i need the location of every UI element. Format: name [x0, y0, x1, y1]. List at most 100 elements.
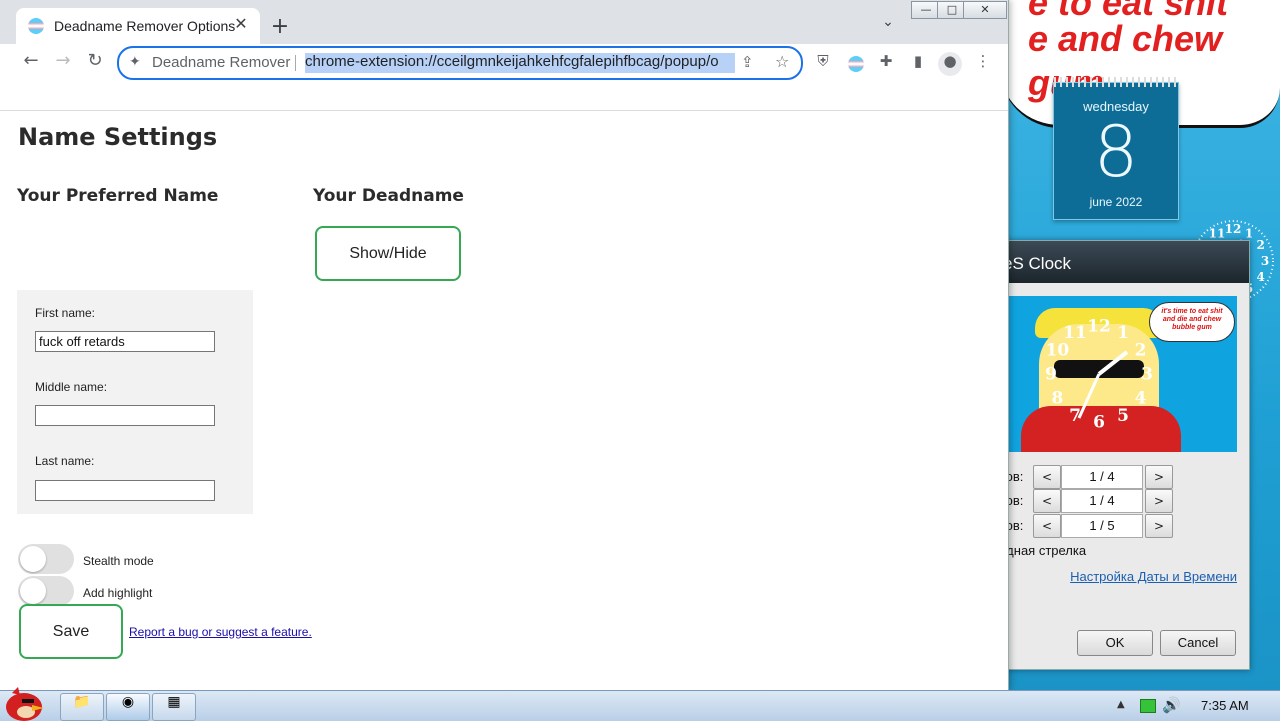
- clock-numeral: 5: [1117, 406, 1129, 426]
- options-page: Name Settings Your Preferred Name Your D…: [0, 111, 1006, 688]
- reload-icon[interactable]: ↻: [81, 50, 109, 78]
- add-highlight-label: Add highlight: [83, 586, 153, 600]
- clock-numeral: 3: [1141, 365, 1153, 385]
- save-button[interactable]: Save: [19, 604, 123, 659]
- clock-numeral: 3: [1261, 254, 1269, 268]
- back-arrow-icon[interactable]: ←: [17, 50, 45, 78]
- clock-numeral: 2: [1135, 341, 1147, 361]
- second-hand-label: ндная стрелка: [999, 543, 1087, 558]
- clock-numeral: 4: [1257, 270, 1265, 284]
- name-fields-panel: First name: fuck off retards Middle name…: [17, 290, 253, 514]
- share-icon[interactable]: ⇪: [741, 53, 754, 71]
- tray-expand-icon[interactable]: ▲: [1117, 699, 1125, 710]
- report-bug-link[interactable]: Report a bug or suggest a feature.: [129, 625, 312, 639]
- omnibox-site-name: Deadname Remover: [152, 54, 291, 71]
- calendar-month: june 2022: [1089, 195, 1143, 209]
- middle-name-input[interactable]: [35, 405, 215, 426]
- taskbar: 📁 ◉ ▦ ▲ 🔊 7:35 AM: [0, 687, 1280, 721]
- clock-numeral: 10: [1046, 341, 1070, 361]
- datetime-settings-link[interactable]: Настройка Даты и Времени: [1070, 569, 1237, 584]
- cancel-button[interactable]: Cancel: [1160, 630, 1236, 656]
- forward-arrow-icon[interactable]: →: [49, 50, 77, 78]
- stealth-mode-label: Stealth mode: [83, 554, 154, 568]
- last-name-label: Last name:: [35, 454, 95, 468]
- toggle-knob: [20, 546, 46, 572]
- omnibox-divider: [295, 55, 296, 71]
- tab-title: Deadname Remover Options: [54, 18, 236, 34]
- browser-toolbar: ← → ↻ ✦ Deadname Remover chrome-extensio…: [0, 44, 1008, 111]
- middle-name-label: Middle name:: [35, 380, 108, 394]
- preferred-name-heading: Your Preferred Name: [17, 186, 219, 206]
- spin-prev-button[interactable]: <: [1033, 489, 1061, 513]
- dialog-title-bar[interactable]: eS Clock: [991, 241, 1249, 283]
- first-name-input[interactable]: fuck off retards: [35, 331, 215, 352]
- omnibox-url[interactable]: chrome-extension://cceilgmnkeijahkehfcgf…: [305, 53, 735, 73]
- battery-icon[interactable]: [1140, 699, 1156, 713]
- clock-numeral: 1: [1117, 323, 1129, 343]
- add-highlight-toggle[interactable]: [18, 576, 74, 606]
- preview-hour-hand: [1097, 350, 1129, 376]
- tab-search-chevron-icon[interactable]: ⌄: [876, 14, 900, 38]
- spin-next-button[interactable]: >: [1145, 489, 1173, 513]
- preview-minute-hand: [1077, 373, 1101, 419]
- calendar-rings: [1054, 77, 1178, 87]
- clock-numeral: 1: [1245, 226, 1253, 240]
- spin-next-button[interactable]: >: [1145, 514, 1173, 538]
- ok-button[interactable]: OK: [1077, 630, 1153, 656]
- spin-row-2: сов: < 1 / 4 >: [999, 489, 1239, 513]
- new-tab-button[interactable]: +: [268, 14, 292, 39]
- kebab-menu-icon[interactable]: ⋮: [971, 52, 995, 76]
- spin-row-1: сов: < 1 / 4 >: [999, 465, 1239, 489]
- calendar-gadget[interactable]: wednesday 8 june 2022: [1053, 77, 1179, 220]
- preview-clock-overlay: 12 1234567891011: [1045, 317, 1153, 433]
- ublock-shield-icon[interactable]: ⛨: [811, 52, 835, 76]
- spin-value[interactable]: 1 / 4: [1061, 489, 1143, 513]
- clock-numeral: 8: [1052, 389, 1064, 409]
- toggle-knob: [20, 578, 46, 604]
- show-hide-button[interactable]: Show/Hide: [315, 226, 461, 281]
- spin-value[interactable]: 1 / 4: [1061, 465, 1143, 489]
- clock-numeral: 2: [1257, 238, 1265, 252]
- page-title: Name Settings: [18, 123, 218, 151]
- extensions-puzzle-icon[interactable]: ✚: [874, 52, 898, 76]
- speaker-icon[interactable]: 🔊: [1162, 696, 1181, 714]
- deadname-remover-extension-icon[interactable]: [848, 56, 864, 72]
- clock-skin-preview: it's time to eat shit and die and chew b…: [1009, 296, 1237, 452]
- first-name-label: First name:: [35, 306, 96, 320]
- control-panel-taskbar-icon[interactable]: ▦: [152, 693, 196, 721]
- tab-strip: Deadname Remover Options ✕ + ⌄ — □ ✕: [0, 0, 1008, 44]
- explorer-taskbar-icon[interactable]: 📁: [60, 693, 104, 721]
- clock-numeral: 12: [1087, 317, 1111, 337]
- side-panel-icon[interactable]: ▮: [906, 52, 930, 76]
- spin-prev-button[interactable]: <: [1033, 465, 1061, 489]
- stealth-mode-toggle[interactable]: [18, 544, 74, 574]
- spin-row-3: сов: < 1 / 5 >: [999, 514, 1239, 538]
- start-angry-bird-icon[interactable]: [2, 685, 48, 721]
- extension-puzzle-icon: ✦: [129, 54, 141, 70]
- dialog-title: eS Clock: [1003, 254, 1072, 273]
- window-close-button[interactable]: ✕: [963, 1, 1007, 19]
- clock-numeral: 12: [1225, 222, 1242, 236]
- clock-settings-dialog: eS Clock it's time to eat shit and die a…: [990, 240, 1250, 670]
- spin-prev-button[interactable]: <: [1033, 514, 1061, 538]
- tab-deadname-remover-options[interactable]: Deadname Remover Options ✕: [16, 8, 260, 44]
- deadname-heading: Your Deadname: [313, 186, 464, 206]
- calendar-day: 8: [1093, 111, 1139, 193]
- tab-close-icon[interactable]: ✕: [230, 14, 252, 36]
- spin-value[interactable]: 1 / 5: [1061, 514, 1143, 538]
- bookmark-star-icon[interactable]: ☆: [775, 52, 789, 71]
- clock-numeral: 6: [1093, 413, 1105, 433]
- clock-numeral: 11: [1209, 226, 1226, 240]
- chrome-taskbar-icon[interactable]: ◉: [106, 693, 150, 721]
- bubble-line-2: e and chew: [1028, 18, 1223, 59]
- spin-next-button[interactable]: >: [1145, 465, 1173, 489]
- clock-numeral: 9: [1045, 365, 1057, 385]
- tray-clock[interactable]: 7:35 AM: [1201, 698, 1249, 713]
- clock-numeral: 11: [1063, 323, 1087, 343]
- address-bar[interactable]: ✦ Deadname Remover chrome-extension://cc…: [117, 46, 803, 80]
- profile-avatar-icon[interactable]: ●: [938, 52, 962, 76]
- trans-flag-favicon-icon: [28, 18, 44, 34]
- browser-window: Deadname Remover Options ✕ + ⌄ — □ ✕ ← →…: [0, 0, 1009, 690]
- last-name-input[interactable]: [35, 480, 215, 501]
- clock-numeral: 4: [1135, 389, 1147, 409]
